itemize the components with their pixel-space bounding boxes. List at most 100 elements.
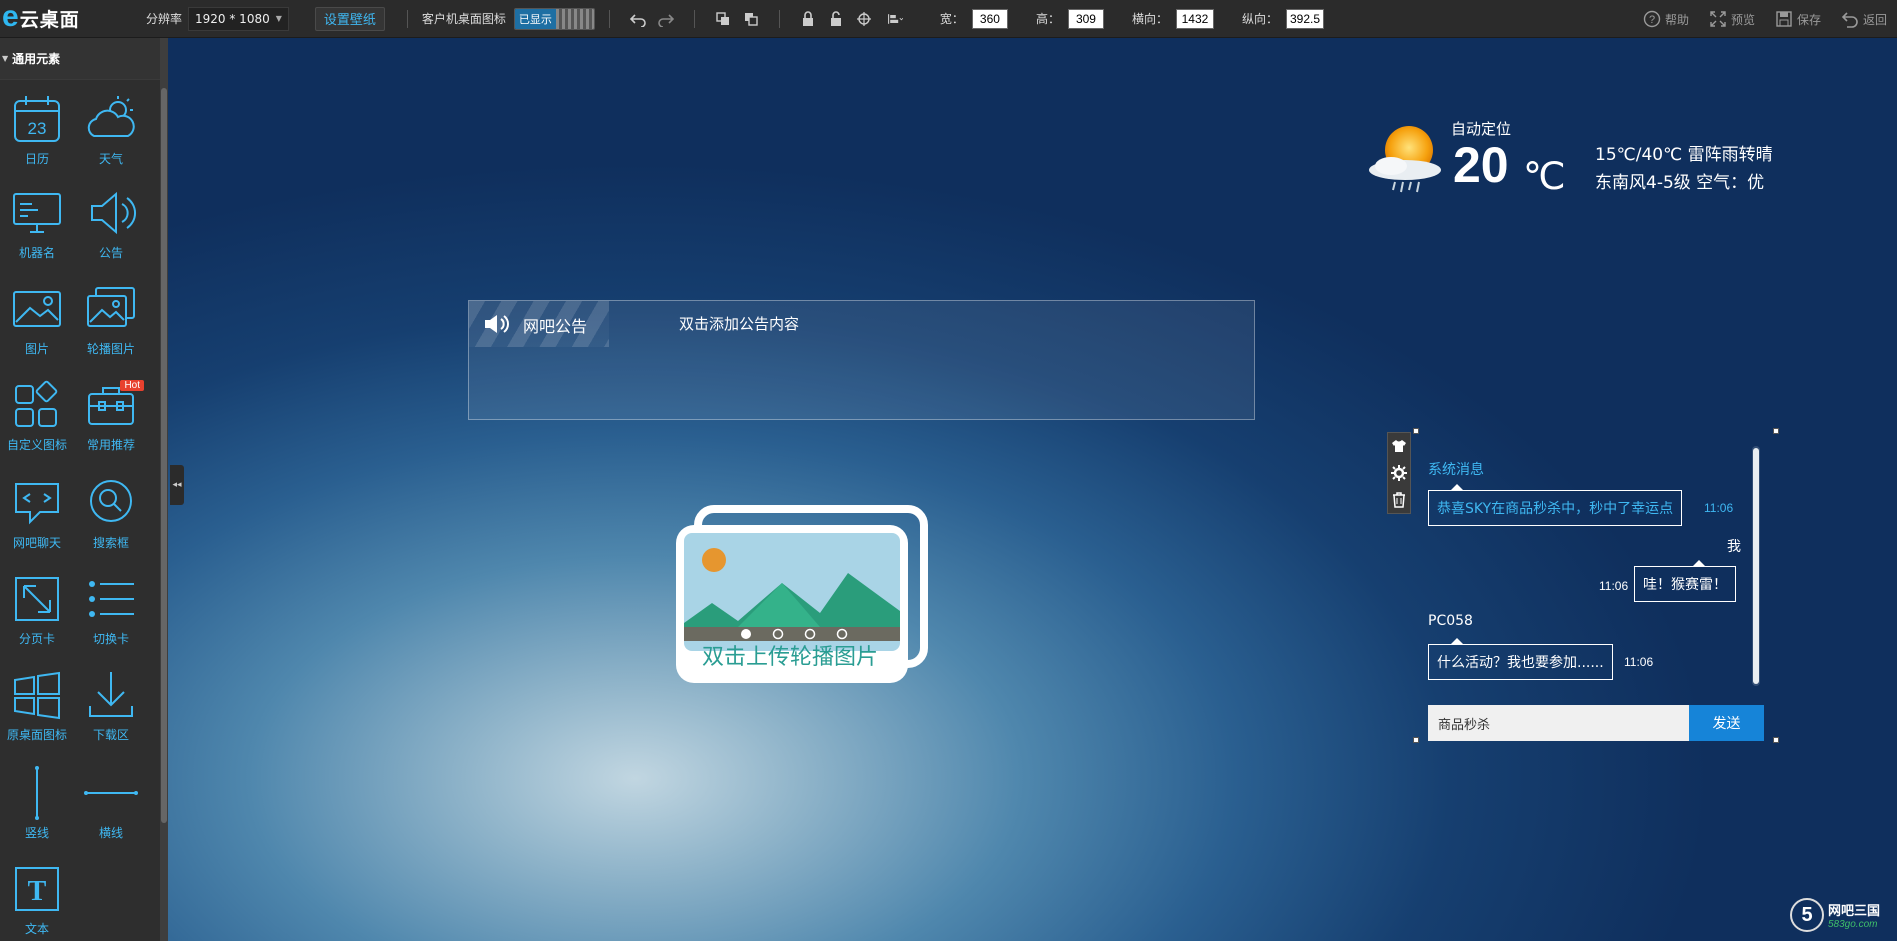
- notice-title: 网吧公告: [523, 317, 588, 336]
- width-label: 宽：: [939, 12, 964, 26]
- resolution-select[interactable]: 1920 * 1080 ▼: [188, 6, 289, 31]
- toolbar-actions: ? 帮助 预览 保存 返回: [1623, 0, 1887, 38]
- svg-text:?: ?: [1649, 14, 1655, 26]
- send-back-icon[interactable]: [737, 7, 765, 31]
- caret-down-icon: ▼: [2, 54, 9, 63]
- tool-label: 日历: [24, 152, 49, 166]
- element-sidebar: ▼ 通用元素 23 日历 天气 机器名 公告 图片 轮播图片 自定义图标 常用推…: [0, 38, 168, 941]
- gear-icon[interactable]: [1391, 464, 1407, 481]
- toolbar-divider: [406, 9, 408, 28]
- message-time: 11:06: [1624, 655, 1654, 669]
- tool-carousel[interactable]: 轮播图片: [74, 270, 148, 360]
- tool-custom-icons[interactable]: 自定义图标: [0, 366, 74, 456]
- redo-icon[interactable]: [652, 7, 680, 31]
- tool-switch-card[interactable]: 切换卡: [74, 560, 148, 650]
- crosshair-icon[interactable]: [850, 7, 878, 31]
- search-icon: [90, 480, 132, 522]
- tool-recommend[interactable]: 常用推荐 Hot: [74, 366, 148, 456]
- bring-front-icon[interactable]: [709, 7, 737, 31]
- save-button[interactable]: 保存: [1775, 10, 1821, 28]
- tool-notice[interactable]: 公告: [74, 174, 148, 264]
- tool-calendar[interactable]: 23 日历: [0, 80, 74, 170]
- unlock-icon[interactable]: [822, 7, 850, 31]
- resize-handle[interactable]: [1413, 737, 1419, 743]
- tool-vertical-line[interactable]: 竖线: [0, 754, 74, 844]
- double-chevron-left-icon: ◂◂: [172, 480, 182, 490]
- toolbar-divider: [608, 9, 610, 28]
- client-icons-toggle[interactable]: 已显示: [513, 7, 595, 30]
- sun-cloud-rain-icon: [1369, 126, 1441, 193]
- carousel-label: 双击上传轮播图片: [701, 645, 878, 670]
- widget-toolbar: [1387, 432, 1411, 514]
- horizontal-line-icon: [84, 791, 138, 795]
- tool-label: 搜索框: [92, 536, 129, 550]
- sidebar-scrollbar[interactable]: [160, 38, 168, 941]
- tool-label: 竖线: [24, 826, 49, 840]
- resize-handle[interactable]: [1773, 737, 1779, 743]
- monitor-icon: [13, 193, 61, 233]
- section-header[interactable]: ▼ 通用元素: [0, 38, 168, 80]
- notice-body: 双击添加公告内容: [679, 315, 800, 333]
- y-input[interactable]: [1285, 8, 1324, 29]
- tool-label: 公告: [98, 246, 123, 260]
- message-time: 11:06: [1599, 579, 1629, 593]
- tool-label: 自定义图标: [6, 438, 67, 452]
- preview-label: 预览: [1730, 12, 1755, 27]
- resize-handle[interactable]: [1413, 428, 1419, 434]
- tool-desktop-icons[interactable]: 原桌面图标: [0, 656, 74, 746]
- tool-machine-name[interactable]: 机器名: [0, 174, 74, 264]
- collapse-sidebar-button[interactable]: ◂◂: [170, 465, 184, 505]
- trash-icon[interactable]: [1391, 491, 1407, 508]
- back-button[interactable]: 返回: [1841, 10, 1887, 28]
- tool-label: 机器名: [18, 246, 55, 260]
- watermark-title: 网吧三国: [1828, 904, 1881, 919]
- x-label: 横向：: [1131, 12, 1168, 26]
- custom-icons-icon: [15, 380, 58, 427]
- align-icon[interactable]: [878, 7, 912, 31]
- send-button[interactable]: 发送: [1689, 705, 1764, 741]
- undo-icon[interactable]: [624, 7, 652, 31]
- save-icon: [1776, 11, 1792, 27]
- carousel-widget[interactable]: 双击上传轮播图片: [670, 503, 930, 688]
- tool-image[interactable]: 图片: [0, 270, 74, 360]
- tool-download[interactable]: 下载区: [74, 656, 148, 746]
- chat-scrollbar[interactable]: [1752, 446, 1760, 686]
- client-icons-label: 客户机桌面图标: [421, 12, 506, 26]
- weather-range: 15℃/40℃ 雷阵雨转晴: [1595, 145, 1773, 165]
- height-input[interactable]: [1067, 8, 1104, 29]
- preview-button[interactable]: 预览: [1709, 10, 1755, 28]
- message-sender: 系统消息: [1428, 462, 1484, 478]
- lock-icon[interactable]: [794, 7, 822, 31]
- logo-mark: e: [2, 0, 19, 33]
- tool-label: 天气: [98, 152, 123, 166]
- tool-text[interactable]: T 文本: [0, 850, 74, 940]
- tool-tab-card[interactable]: 分页卡: [0, 560, 74, 650]
- x-field: 横向：: [1131, 8, 1214, 29]
- text-icon: T: [15, 867, 59, 911]
- tool-search[interactable]: 搜索框: [74, 464, 148, 554]
- chat-message-input[interactable]: [1428, 705, 1689, 741]
- weather-widget[interactable]: 自动定位 20 ℃ 15℃/40℃ 雷阵雨转晴 东南风4-5级 空气：优: [1363, 110, 1773, 205]
- carousel-icon: [87, 287, 135, 327]
- width-input[interactable]: [971, 8, 1008, 29]
- set-wallpaper-button[interactable]: 设置壁纸: [314, 6, 385, 31]
- width-field: 宽：: [939, 8, 1008, 29]
- calendar-icon: 23: [14, 96, 60, 142]
- tool-chat[interactable]: 网吧聊天: [0, 464, 74, 554]
- download-icon: [89, 672, 133, 717]
- scrollbar-thumb[interactable]: [161, 88, 167, 823]
- calendar-day: 23: [28, 119, 47, 138]
- back-label: 返回: [1862, 12, 1887, 27]
- tool-horizontal-line[interactable]: 横线: [74, 754, 148, 844]
- x-input[interactable]: [1175, 8, 1214, 29]
- tool-weather[interactable]: 天气: [74, 80, 148, 170]
- notice-widget[interactable]: 网吧公告 双击添加公告内容: [468, 300, 1255, 420]
- chat-scrollbar-thumb[interactable]: [1753, 448, 1759, 684]
- help-button[interactable]: ? 帮助: [1643, 10, 1689, 28]
- message-bubble: 哇！猴赛雷！: [1634, 560, 1736, 602]
- shirt-icon[interactable]: [1391, 438, 1407, 454]
- resolution-value: 1920 * 1080: [195, 11, 270, 26]
- chevron-down-icon: ▼: [275, 14, 282, 23]
- resize-handle[interactable]: [1773, 428, 1779, 434]
- tool-label: 轮播图片: [86, 342, 135, 356]
